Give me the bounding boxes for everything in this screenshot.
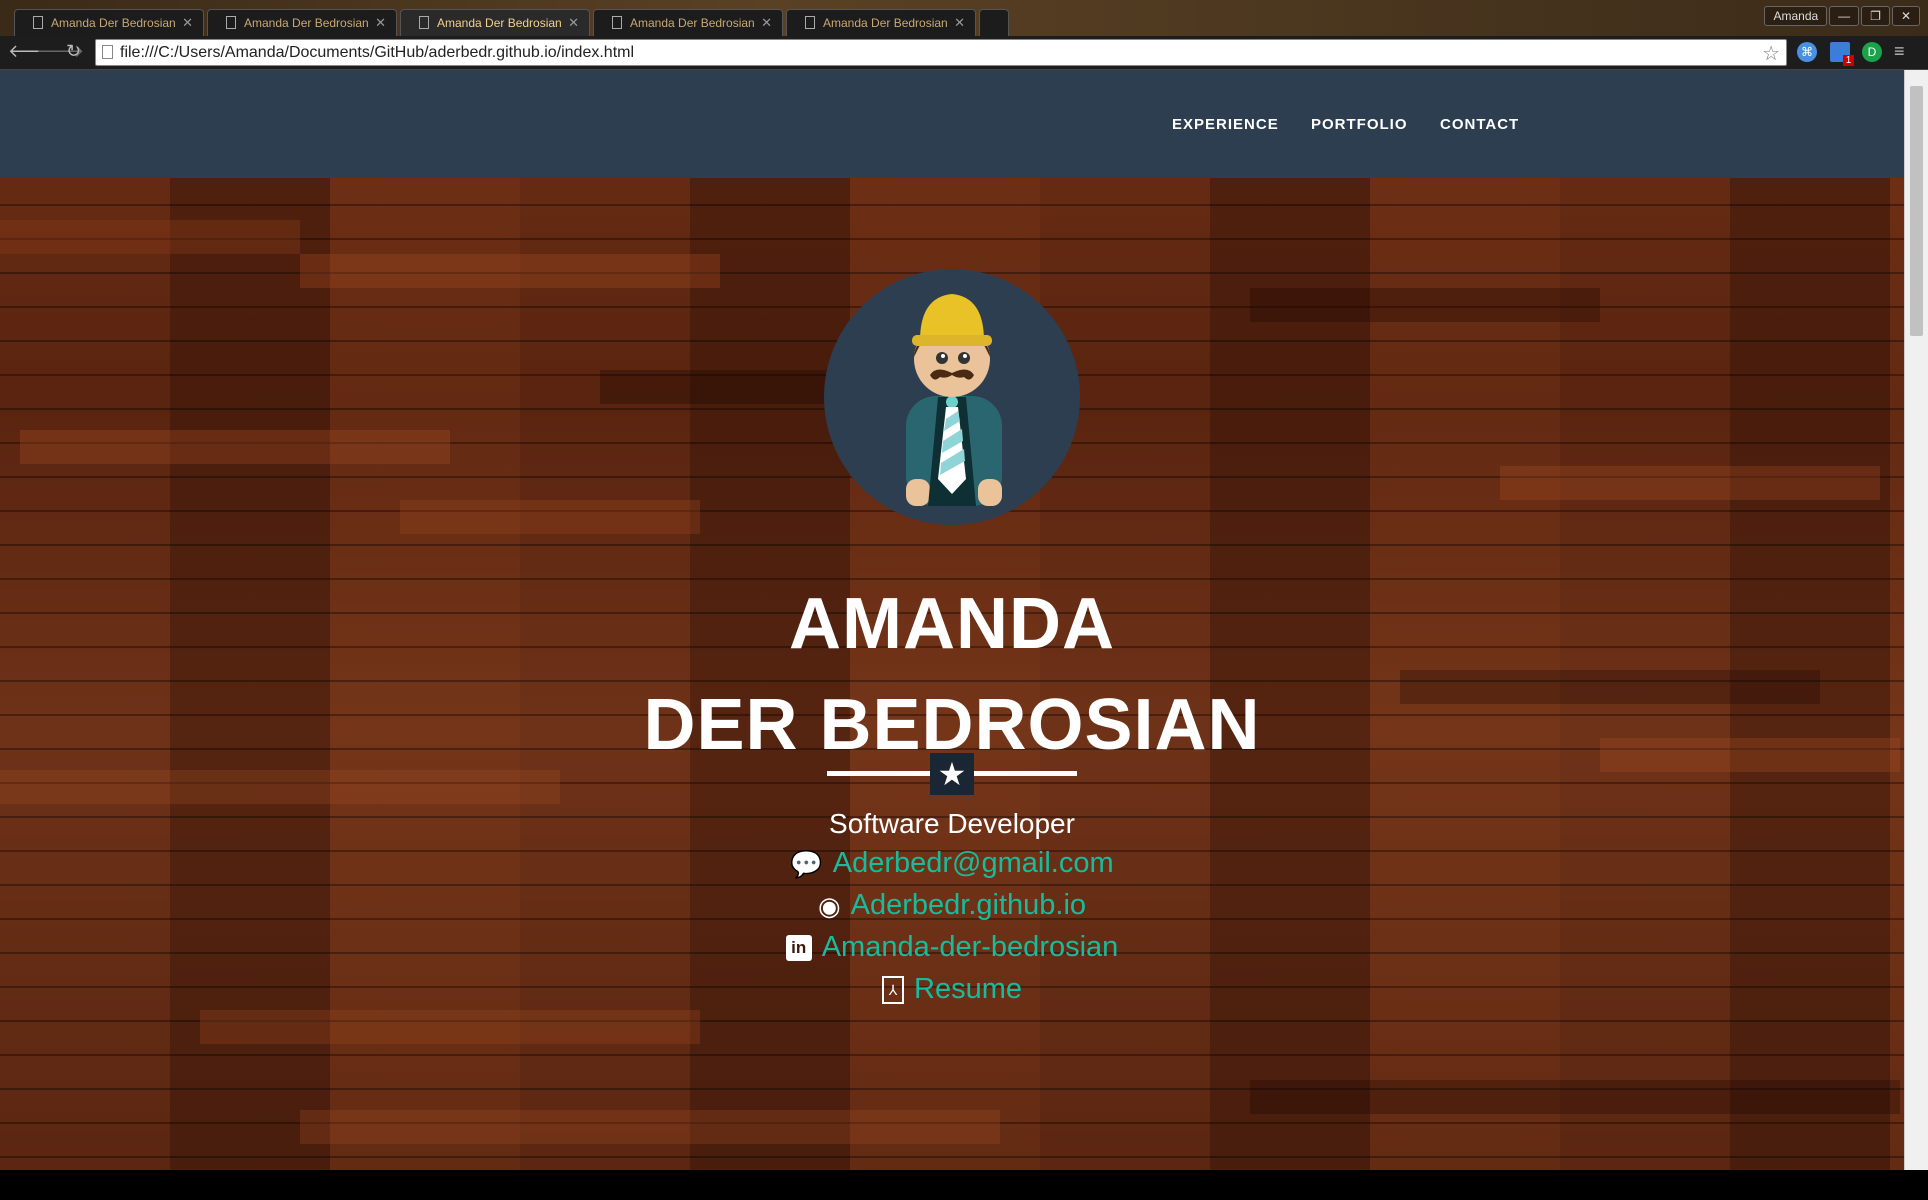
reload-icon[interactable]: ↻ xyxy=(66,41,81,62)
page-icon xyxy=(805,16,815,29)
profile-button[interactable]: Amanda xyxy=(1764,6,1828,26)
scrollbar[interactable] xyxy=(1904,70,1928,1170)
browser-toolbar: 🡐 🡒 ↻ file:///C:/Users/Amanda/Documents/… xyxy=(0,36,1928,70)
close-tab-icon[interactable]: ✕ xyxy=(568,15,579,31)
page-icon xyxy=(102,45,113,59)
menu-icon[interactable]: ≡ xyxy=(1894,41,1905,62)
page-icon xyxy=(226,16,236,29)
name-line-1: AMANDA xyxy=(789,584,1115,664)
navbar: EXPERIENCE PORTFOLIO CONTACT xyxy=(0,70,1904,178)
close-tab-icon[interactable]: ✕ xyxy=(761,15,772,31)
status-bar xyxy=(0,1170,1928,1200)
browser-tab[interactable]: Amanda Der Bedrosian ✕ xyxy=(786,9,976,36)
github-icon: ◉ xyxy=(817,890,841,921)
star-icon: ★ xyxy=(930,753,974,795)
page-icon xyxy=(33,16,43,29)
restore-button[interactable]: ❐ xyxy=(1861,6,1890,26)
scrollbar-thumb[interactable] xyxy=(1910,86,1923,336)
browser-tab[interactable]: Amanda Der Bedrosian ✕ xyxy=(14,9,204,36)
browser-tab-active[interactable]: Amanda Der Bedrosian ✕ xyxy=(400,9,590,36)
email-link[interactable]: 💬 Aderbedr@gmail.com xyxy=(0,847,1904,880)
nav-contact[interactable]: CONTACT xyxy=(1440,116,1519,133)
close-window-button[interactable]: ✕ xyxy=(1891,6,1920,26)
address-bar[interactable]: file:///C:/Users/Amanda/Documents/GitHub… xyxy=(95,39,1787,66)
resume-link[interactable]: ⅄ Resume xyxy=(0,973,1904,1006)
extension-command-icon[interactable]: ⌘ xyxy=(1797,42,1817,62)
browser-tab[interactable]: Amanda Der Bedrosian ✕ xyxy=(593,9,783,36)
browser-tab[interactable]: Amanda Der Bedrosian ✕ xyxy=(207,9,397,36)
nav-portfolio[interactable]: PORTFOLIO xyxy=(1311,116,1408,133)
linkedin-icon: in xyxy=(785,935,812,962)
close-tab-icon[interactable]: ✕ xyxy=(954,15,965,31)
new-tab-button[interactable] xyxy=(979,9,1009,36)
bookmark-star-icon[interactable]: ☆ xyxy=(1762,41,1780,66)
linkedin-link[interactable]: in Amanda-der-bedrosian xyxy=(0,931,1904,964)
page-icon xyxy=(419,16,429,29)
tab-strip: Amanda Der Bedrosian ✕ Amanda Der Bedrosi… xyxy=(0,0,1928,36)
comments-icon: 💬 xyxy=(790,848,823,879)
close-tab-icon[interactable]: ✕ xyxy=(182,15,193,31)
role-title: Software Developer xyxy=(829,808,1075,839)
minimize-button[interactable]: — xyxy=(1829,6,1860,26)
extension-inbox-icon[interactable]: 1 xyxy=(1830,42,1854,66)
github-link[interactable]: ◉ Aderbedr.github.io xyxy=(0,889,1904,922)
extension-pushbullet-icon[interactable]: D xyxy=(1862,42,1882,62)
page-icon xyxy=(612,16,622,29)
close-tab-icon[interactable]: ✕ xyxy=(375,15,386,31)
avatar xyxy=(824,269,1080,525)
page-content: EXPERIENCE PORTFOLIO CONTACT AMANDA DER … xyxy=(0,70,1904,1170)
file-pdf-icon: ⅄ xyxy=(882,976,904,1005)
nav-experience[interactable]: EXPERIENCE xyxy=(1172,116,1279,133)
